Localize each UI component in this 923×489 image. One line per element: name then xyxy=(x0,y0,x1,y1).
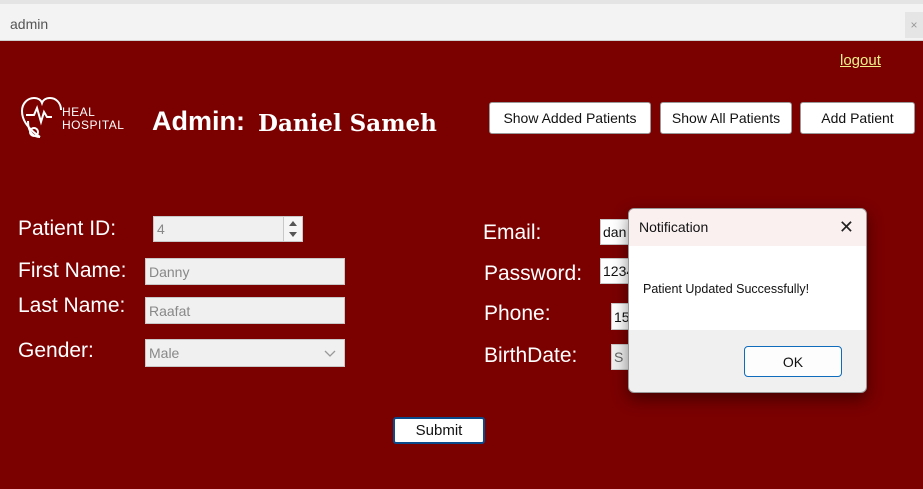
window-title: admin xyxy=(10,16,49,32)
window-close-icon[interactable]: × xyxy=(905,12,923,38)
gender-value: Male xyxy=(149,345,180,361)
spinner-up-icon[interactable] xyxy=(289,221,297,226)
spinner-arrows-icon[interactable] xyxy=(283,217,302,241)
phone-label: Phone: xyxy=(484,302,551,325)
gender-label: Gender: xyxy=(18,339,94,362)
dialog-titlebar: Notification ✕ xyxy=(629,209,866,246)
last-name-field[interactable]: Raafat xyxy=(145,297,345,324)
logo-text-hospital: HOSPITAL xyxy=(62,118,125,132)
patient-id-spinner[interactable]: 4 xyxy=(153,216,303,242)
dialog-body: Patient Updated Successfully! xyxy=(629,246,866,330)
spinner-down-icon[interactable] xyxy=(289,232,297,237)
patient-id-label: Patient ID: xyxy=(18,217,117,240)
password-label: Password: xyxy=(484,262,583,285)
add-patient-button[interactable]: Add Patient xyxy=(800,102,915,134)
close-icon[interactable]: ✕ xyxy=(839,217,854,238)
email-field[interactable]: dan xyxy=(600,219,630,245)
last-name-label: Last Name: xyxy=(18,294,126,317)
show-added-patients-button[interactable]: Show Added Patients xyxy=(489,102,651,134)
notification-dialog: Notification ✕ Patient Updated Successfu… xyxy=(628,208,867,393)
show-all-patients-button[interactable]: Show All Patients xyxy=(660,102,792,134)
admin-name: Daniel Sameh xyxy=(258,110,437,137)
ok-button[interactable]: OK xyxy=(744,346,842,377)
chevron-down-icon xyxy=(324,350,336,357)
birthdate-label: BirthDate: xyxy=(484,344,578,367)
first-name-field[interactable]: Danny xyxy=(145,258,345,285)
admin-label: Admin: xyxy=(152,106,245,136)
logo-text-heal: HEAL xyxy=(62,105,96,119)
submit-button[interactable]: Submit xyxy=(393,417,485,444)
logout-link[interactable]: logout xyxy=(840,52,881,69)
window-titlebar: admin × xyxy=(0,4,923,41)
password-field[interactable]: 1234 xyxy=(600,258,630,284)
email-label: Email: xyxy=(483,221,542,244)
first-name-label: First Name: xyxy=(18,259,127,282)
dialog-message: Patient Updated Successfully! xyxy=(643,282,810,296)
dialog-title: Notification xyxy=(639,219,709,235)
patient-id-value: 4 xyxy=(157,221,165,237)
gender-select[interactable]: Male xyxy=(145,339,345,367)
